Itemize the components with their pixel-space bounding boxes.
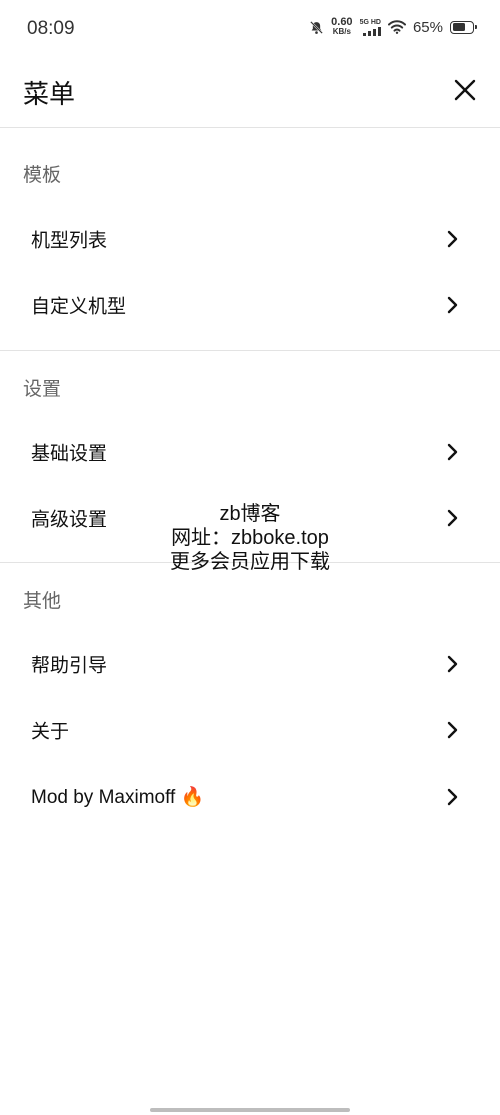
- chevron-right-icon: [447, 443, 458, 461]
- home-indicator[interactable]: [150, 1108, 350, 1112]
- status-icons: 0.60 KB/s 5G HD 65%: [309, 16, 477, 37]
- signal-type-label: 5G HD: [359, 18, 381, 26]
- chevron-right-icon: [447, 788, 458, 806]
- network-speed: 0.60 KB/s: [331, 16, 353, 37]
- cellular-signal-icon: 5G HD: [360, 19, 381, 36]
- chevron-right-icon: [447, 296, 458, 314]
- menu-header: 菜单: [0, 58, 500, 128]
- menu-item-label: 高级设置: [31, 509, 108, 531]
- menu-item-label: 自定义机型: [31, 296, 127, 318]
- battery-percent: 65%: [412, 18, 443, 36]
- menu-item-model-list[interactable]: 机型列表: [0, 206, 500, 272]
- menu-item-help-guide[interactable]: 帮助引导: [0, 631, 500, 697]
- chevron-right-icon: [447, 721, 458, 739]
- section-title: 设置: [23, 379, 62, 400]
- menu-item-label: Mod by Maximoff 🔥: [31, 787, 205, 808]
- battery-icon: [450, 20, 477, 34]
- chevron-right-icon: [447, 509, 458, 527]
- menu-item-label: 基础设置: [31, 443, 108, 465]
- menu-item-label: 机型列表: [31, 230, 108, 252]
- menu-item-advanced-settings[interactable]: 高级设置: [0, 485, 500, 551]
- chevron-right-icon: [447, 230, 458, 248]
- menu-item-label: 关于: [31, 721, 70, 743]
- status-bar: 08:09 0.60 KB/s 5G HD 65%: [0, 0, 500, 58]
- menu-item-custom-model[interactable]: 自定义机型: [0, 272, 500, 338]
- network-speed-value: 0.60: [331, 16, 353, 28]
- divider: [0, 562, 500, 563]
- network-speed-unit: KB/s: [332, 27, 351, 36]
- menu-item-mod-by[interactable]: Mod by Maximoff 🔥: [0, 764, 500, 830]
- menu-item-label: 帮助引导: [31, 655, 108, 677]
- status-time: 08:09: [27, 18, 75, 39]
- bell-muted-icon: [310, 20, 323, 34]
- menu-item-basic-settings[interactable]: 基础设置: [0, 419, 500, 485]
- page-title: 菜单: [23, 79, 76, 109]
- section-title: 模板: [23, 165, 62, 186]
- section-title: 其他: [23, 591, 62, 612]
- divider: [0, 350, 500, 351]
- wifi-icon: [387, 20, 406, 34]
- chevron-right-icon: [447, 655, 458, 673]
- close-icon[interactable]: [450, 75, 480, 105]
- menu-item-about[interactable]: 关于: [0, 697, 500, 763]
